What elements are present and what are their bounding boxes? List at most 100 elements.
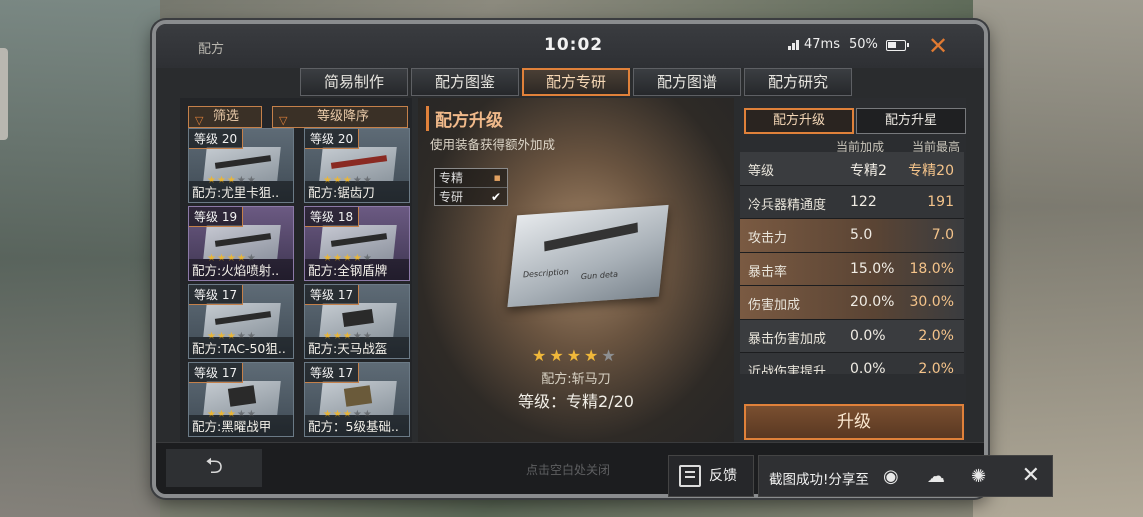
recipe-name: 配方:天马战盔 — [305, 337, 409, 358]
mode-mastery[interactable]: 专精 ▪ — [435, 169, 507, 187]
stat-max: 191 — [927, 193, 954, 210]
mode-research[interactable]: 专研 ✔ — [435, 187, 507, 205]
stat-row: 暴击伤害加成 0.0% 2.0% — [740, 319, 964, 353]
top-bar: 配方 10:02 47ms 50% ✕ — [156, 24, 984, 68]
signal-icon — [788, 40, 802, 50]
recipe-card[interactable]: 等级 18 ★★★★★ 配方:全钢盾牌 — [304, 206, 410, 281]
close-icon[interactable]: ✕ — [928, 32, 948, 60]
stat-row: 暴击率 15.0% 18.0% — [740, 252, 964, 286]
weapon-image — [227, 385, 257, 407]
stat-row: 攻击力 5.0 7.0 — [740, 219, 964, 253]
side-handle[interactable] — [0, 48, 8, 140]
recipe-level: 等级 17 — [305, 285, 360, 305]
moments-icon[interactable]: ✺ — [971, 466, 986, 487]
recipe-card[interactable]: 等级 17 ★★★★★ 配方：5级基础.. — [304, 362, 410, 437]
stat-current: 5.0 — [850, 227, 873, 243]
recipe-level: 等级 17 — [189, 285, 244, 305]
mode-selector: 专精 ▪ 专研 ✔ — [434, 168, 508, 206]
stats-table[interactable]: 等级 专精2 专精20 冷兵器精通度 122 191 攻击力 5.0 7.0 暴… — [740, 152, 964, 374]
upgrade-center-panel: 配方升级 使用装备获得额外加成 专精 ▪ 专研 ✔ Description Gu… — [418, 98, 734, 443]
tab-recipe-research[interactable]: 配方研究 — [744, 68, 852, 96]
item-name: 配方:斩马刀 — [541, 372, 611, 387]
recipe-name: 配方:TAC-50狙.. — [189, 337, 293, 358]
recipe-level: 等级 18 — [305, 207, 360, 227]
filter-button[interactable]: ▽ 筛选 — [188, 106, 262, 128]
recipe-name: 配方:全钢盾牌 — [305, 259, 409, 280]
stat-key: 暴击率 — [748, 264, 788, 280]
recipe-name: 配方:锯齿刀 — [305, 181, 409, 202]
blueprint-label-1: Description — [522, 267, 570, 280]
recipe-level: 等级 17 — [189, 363, 244, 383]
stat-key: 伤害加成 — [748, 298, 801, 313]
check-icon: ✔ — [490, 190, 501, 204]
stat-max: 7.0 — [931, 227, 954, 243]
tab-recipe-star-up[interactable]: 配方升星 — [856, 108, 966, 134]
stat-max: 2.0% — [918, 327, 954, 344]
recipe-card[interactable]: 等级 17 ★★★★★ 配方:天马战盔 — [304, 284, 410, 359]
back-button[interactable]: ⮌ — [166, 449, 262, 487]
stat-current: 专精2 — [850, 163, 887, 179]
tab-recipe-upgrade[interactable]: 配方升级 — [744, 108, 854, 134]
stat-max: 18.0% — [909, 260, 954, 277]
recipe-level: 等级 19 — [189, 207, 244, 227]
ping-value: 47ms — [804, 37, 840, 52]
feedback-icon — [679, 465, 701, 487]
tab-recipe-catalog[interactable]: 配方图鉴 — [411, 68, 519, 96]
screenshot-share-bar: 反馈 截图成功!分享至 ◉ ☁ ✺ ✕ — [668, 455, 1053, 497]
mode-label: 专研 — [439, 190, 464, 204]
mode-label: 专精 — [439, 171, 464, 185]
right-tabs: 配方升级 配方升星 — [744, 108, 966, 134]
window-title: 配方 — [198, 42, 225, 57]
weibo-icon[interactable]: ◉ — [883, 466, 899, 487]
background-right — [973, 0, 1143, 517]
main-tabs: 简易制作 配方图鉴 配方专研 配方图谱 配方研究 — [300, 68, 852, 96]
sort-button[interactable]: ▽ 等级降序 — [272, 106, 408, 128]
stat-max: 2.0% — [918, 361, 954, 374]
item-level: 等级：专精2/20 — [518, 392, 634, 411]
share-panel: 截图成功!分享至 ◉ ☁ ✺ ✕ — [758, 455, 1053, 497]
tab-recipe-atlas[interactable]: 配方图谱 — [633, 68, 741, 96]
share-text: 截图成功!分享至 — [769, 472, 869, 488]
close-icon[interactable]: ✕ — [1022, 463, 1040, 488]
recipe-name: 配方:黑曜战甲 — [189, 415, 293, 436]
close-hint[interactable]: 点击空白处关闭 — [526, 461, 610, 478]
stat-current: 0.0% — [850, 327, 886, 344]
stat-current: 122 — [850, 193, 877, 210]
feedback-button[interactable]: 反馈 — [668, 455, 754, 497]
stat-row: 等级 专精2 专精20 — [740, 152, 964, 186]
recipe-card[interactable]: 等级 17 ★★★★★ 配方:TAC-50狙.. — [188, 284, 294, 359]
recipe-card[interactable]: 等级 20 ★★★★★ 配方:尤里卡狙.. — [188, 128, 294, 203]
stat-current: 15.0% — [850, 260, 895, 277]
feedback-label: 反馈 — [709, 468, 737, 484]
upgrade-button[interactable]: 升级 — [744, 404, 964, 440]
wechat-icon[interactable]: ☁ — [927, 466, 945, 487]
sort-label: 等级降序 — [317, 109, 370, 124]
stat-key: 暴击伤害加成 — [748, 331, 827, 347]
upgrade-subtitle: 使用装备获得额外加成 — [430, 137, 556, 152]
recipe-level: 等级 17 — [305, 363, 360, 383]
recipe-level: 等级 20 — [305, 129, 360, 149]
stat-max: 专精20 — [908, 163, 954, 179]
recipe-name: 配方：5级基础.. — [305, 415, 409, 436]
stat-row: 近战伤害提升 0.0% 2.0% — [740, 353, 964, 374]
blade-image — [544, 222, 638, 252]
stat-row: 冷兵器精通度 122 191 — [740, 185, 964, 219]
recipe-list-panel: ▽ 筛选 ▽ 等级降序 等级 20 ★★★★★ 配方:尤里卡狙.. 等级 20 … — [180, 98, 412, 443]
tab-simple-craft[interactable]: 简易制作 — [300, 68, 408, 96]
tab-recipe-specialize[interactable]: 配方专研 — [522, 68, 630, 96]
recipe-card[interactable]: 等级 17 ★★★★★ 配方:黑曜战甲 — [188, 362, 294, 437]
stat-max: 30.0% — [909, 294, 954, 310]
clock: 10:02 — [544, 35, 604, 55]
recipe-level: 等级 20 — [189, 129, 244, 149]
recipe-name: 配方:尤里卡狙.. — [189, 181, 293, 202]
recipe-card[interactable]: 等级 19 ★★★★★ 配方:火焰喷射.. — [188, 206, 294, 281]
recipe-card[interactable]: 等级 20 ★★★★★ 配方:锯齿刀 — [304, 128, 410, 203]
battery-percent: 50% — [849, 37, 878, 52]
stats-panel: 配方升级 配方升星 当前加成 当前最高 等级 专精2 专精20 冷兵器精通度 1… — [740, 98, 966, 443]
stat-key: 冷兵器精通度 — [748, 197, 827, 213]
blueprint-preview: Description Gun deta — [507, 204, 669, 308]
recipe-grid: 等级 20 ★★★★★ 配方:尤里卡狙.. 等级 20 ★★★★★ 配方:锯齿刀… — [188, 128, 410, 437]
recipe-name: 配方:火焰喷射.. — [189, 259, 293, 280]
stat-key: 近战伤害提升 — [748, 365, 827, 374]
filter-label: 筛选 — [213, 109, 240, 124]
